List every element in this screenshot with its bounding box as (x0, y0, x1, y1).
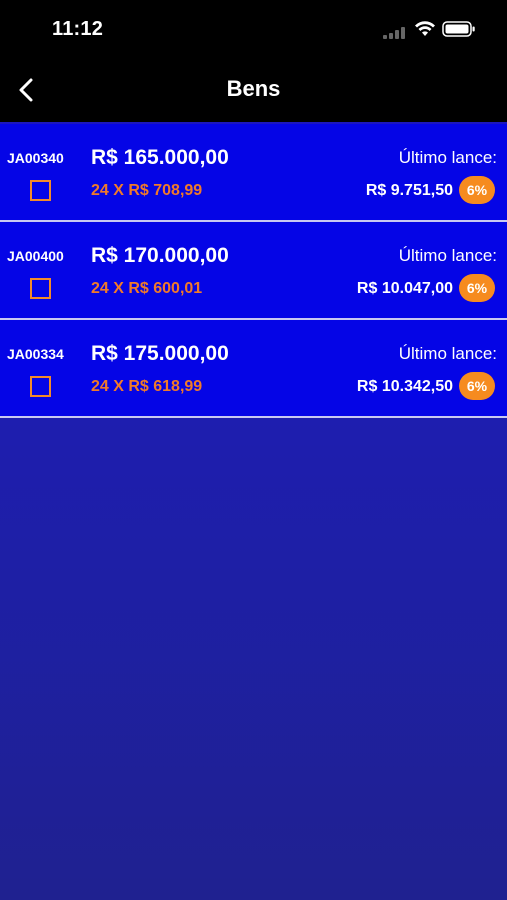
last-bid-label: Último lance: (398, 246, 497, 265)
last-bid-value: R$ 9.751,50 (365, 182, 453, 199)
last-bid-label: Último lance: (398, 148, 497, 167)
list-item[interactable]: JA00400 R$ 170.000,00 24 X R$ 600,01 Últ… (0, 222, 507, 320)
select-checkbox[interactable] (30, 376, 51, 397)
item-code: JA00400 (7, 248, 64, 264)
last-bid-label: Último lance: (398, 344, 497, 363)
asset-list: JA00340 R$ 165.000,00 24 X R$ 708,99 Últ… (0, 124, 507, 418)
signal-icon (383, 26, 409, 44)
status-bar: 11:12 (0, 0, 507, 60)
item-installment: 24 X R$ 618,99 (91, 378, 203, 395)
nav-bar: Bens (0, 60, 507, 122)
status-time: 11:12 (52, 18, 104, 40)
item-price: R$ 170.000,00 (91, 244, 229, 267)
item-price: R$ 175.000,00 (91, 342, 229, 365)
wifi-icon (414, 20, 436, 43)
battery-icon (442, 20, 476, 43)
last-bid-value: R$ 10.047,00 (356, 280, 453, 297)
percent-badge: 6% (459, 176, 495, 204)
select-checkbox[interactable] (30, 180, 51, 201)
list-item[interactable]: JA00334 R$ 175.000,00 24 X R$ 618,99 Últ… (0, 320, 507, 418)
item-code: JA00340 (7, 150, 64, 166)
list-item[interactable]: JA00340 R$ 165.000,00 24 X R$ 708,99 Últ… (0, 124, 507, 222)
last-bid-value: R$ 10.342,50 (356, 378, 453, 395)
top-bar: 11:12 Bens (0, 0, 507, 122)
percent-badge: 6% (459, 274, 495, 302)
page-title: Bens (226, 76, 281, 101)
select-checkbox[interactable] (30, 278, 51, 299)
item-installment: 24 X R$ 600,01 (91, 280, 203, 297)
percent-badge: 6% (459, 372, 495, 400)
item-code: JA00334 (7, 346, 64, 362)
item-price: R$ 165.000,00 (91, 146, 229, 169)
item-installment: 24 X R$ 708,99 (91, 182, 203, 199)
